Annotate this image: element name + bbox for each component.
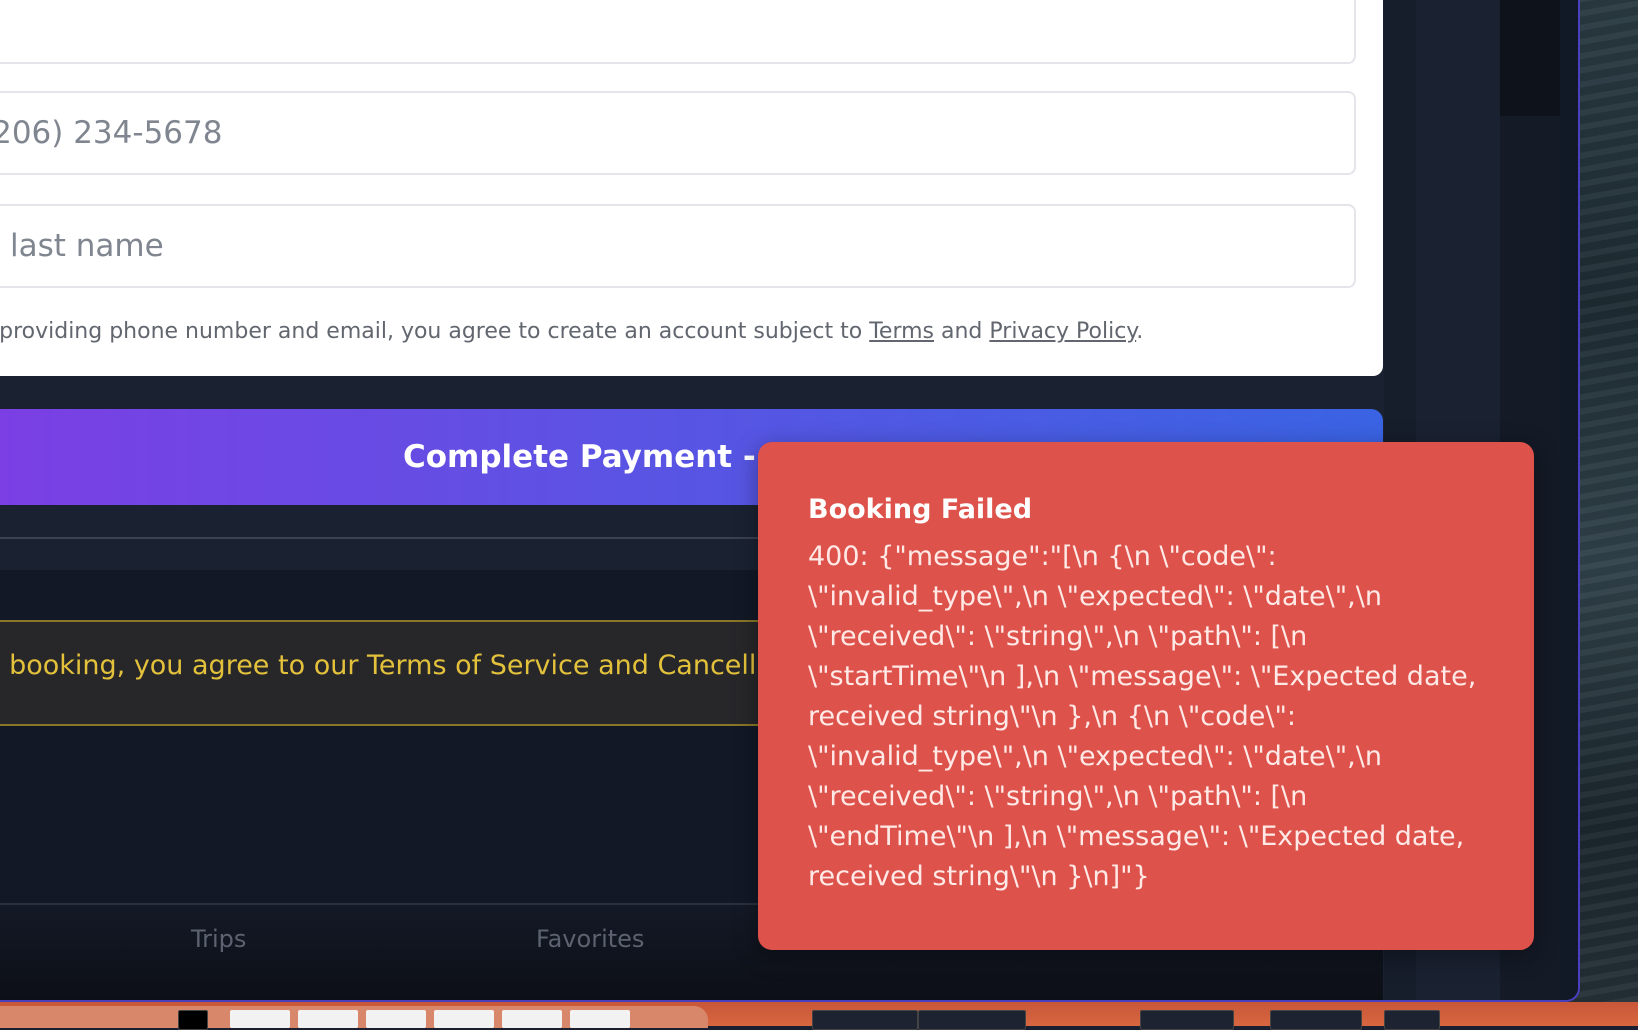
tab-trips[interactable]: Trips — [191, 925, 246, 953]
email-field[interactable] — [0, 0, 1356, 64]
dock-app-icon[interactable] — [178, 1010, 208, 1030]
error-toast[interactable]: Booking Failed 400: {"message":"[\n {\n … — [758, 442, 1534, 950]
last-name-field[interactable] — [0, 204, 1356, 288]
phone-input[interactable] — [0, 93, 1354, 173]
terms-link[interactable]: Terms — [869, 319, 934, 344]
tab-favorites[interactable]: Favorites — [536, 925, 644, 953]
dock-thumbnail[interactable] — [812, 1010, 918, 1030]
browser-window: By providing phone number and email, you… — [0, 0, 1580, 1002]
dock-thumbnail[interactable] — [434, 1010, 494, 1028]
toast-title: Booking Failed — [808, 494, 1033, 525]
dock-thumbnail[interactable] — [570, 1010, 630, 1028]
consent-prefix: By providing phone number and email, you… — [0, 319, 870, 344]
dock-thumbnail[interactable] — [1140, 1010, 1234, 1030]
consent-and: and — [934, 319, 990, 344]
email-input[interactable] — [0, 0, 1354, 62]
side-panel-top — [1500, 0, 1560, 116]
consent-text: By providing phone number and email, you… — [0, 319, 1143, 344]
dock-thumbnail[interactable] — [230, 1010, 290, 1028]
dock-thumbnail[interactable] — [918, 1010, 1026, 1030]
last-name-input[interactable] — [0, 206, 1354, 286]
toast-message: 400: {"message":"[\n {\n \"code\": \"inv… — [808, 541, 1485, 892]
consent-suffix: . — [1136, 319, 1144, 344]
phone-field[interactable] — [0, 91, 1356, 175]
dock-thumbnail[interactable] — [298, 1010, 358, 1028]
dock — [0, 1002, 1638, 1030]
dock-thumbnail[interactable] — [1270, 1010, 1362, 1030]
contact-form-card: By providing phone number and email, you… — [0, 0, 1383, 376]
privacy-policy-link[interactable]: Privacy Policy — [989, 319, 1136, 344]
dock-thumbnail[interactable] — [366, 1010, 426, 1028]
dock-thumbnail[interactable] — [502, 1010, 562, 1028]
dock-thumbnail[interactable] — [1384, 1010, 1440, 1030]
